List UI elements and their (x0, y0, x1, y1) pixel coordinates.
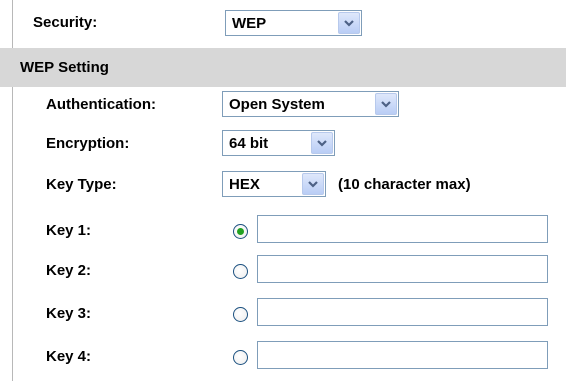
radio-selected-dot (237, 228, 244, 235)
authentication-label: Authentication: (46, 96, 156, 113)
key-4-radio[interactable] (233, 350, 248, 365)
section-title: WEP Setting (20, 59, 109, 76)
key-2-input[interactable] (257, 255, 548, 283)
key-4-label: Key 4: (46, 348, 92, 365)
encryption-label: Encryption: (46, 135, 130, 152)
key-2-label: Key 2: (46, 262, 92, 279)
authentication-select[interactable]: Open System (222, 91, 399, 117)
key-3-radio[interactable] (233, 307, 248, 322)
chevron-down-icon[interactable] (311, 132, 333, 154)
authentication-selected-value: Open System (229, 96, 325, 113)
security-label: Security: (33, 14, 98, 31)
encryption-select[interactable]: 64 bit (222, 130, 335, 156)
key-type-label: Key Type: (46, 176, 117, 193)
key-type-hint: (10 character max) (338, 176, 471, 193)
key-4-input[interactable] (257, 341, 548, 369)
chevron-down-icon[interactable] (375, 93, 397, 115)
key-2-radio[interactable] (233, 264, 248, 279)
wep-setting-header: WEP Setting (0, 48, 566, 87)
security-selected-value: WEP (232, 15, 267, 32)
key-3-input[interactable] (257, 298, 548, 326)
key-type-selected-value: HEX (229, 176, 260, 193)
key-3-label: Key 3: (46, 305, 92, 322)
chevron-down-icon[interactable] (302, 173, 324, 195)
key-type-select[interactable]: HEX (222, 171, 326, 197)
encryption-selected-value: 64 bit (229, 135, 269, 152)
wep-settings-panel: Security: WEP WEP Setting Authentication… (0, 0, 566, 381)
key-1-label: Key 1: (46, 222, 92, 239)
chevron-down-icon[interactable] (338, 12, 360, 34)
key-1-input[interactable] (257, 215, 548, 243)
key-1-radio[interactable] (233, 224, 248, 239)
security-select[interactable]: WEP (225, 10, 362, 36)
